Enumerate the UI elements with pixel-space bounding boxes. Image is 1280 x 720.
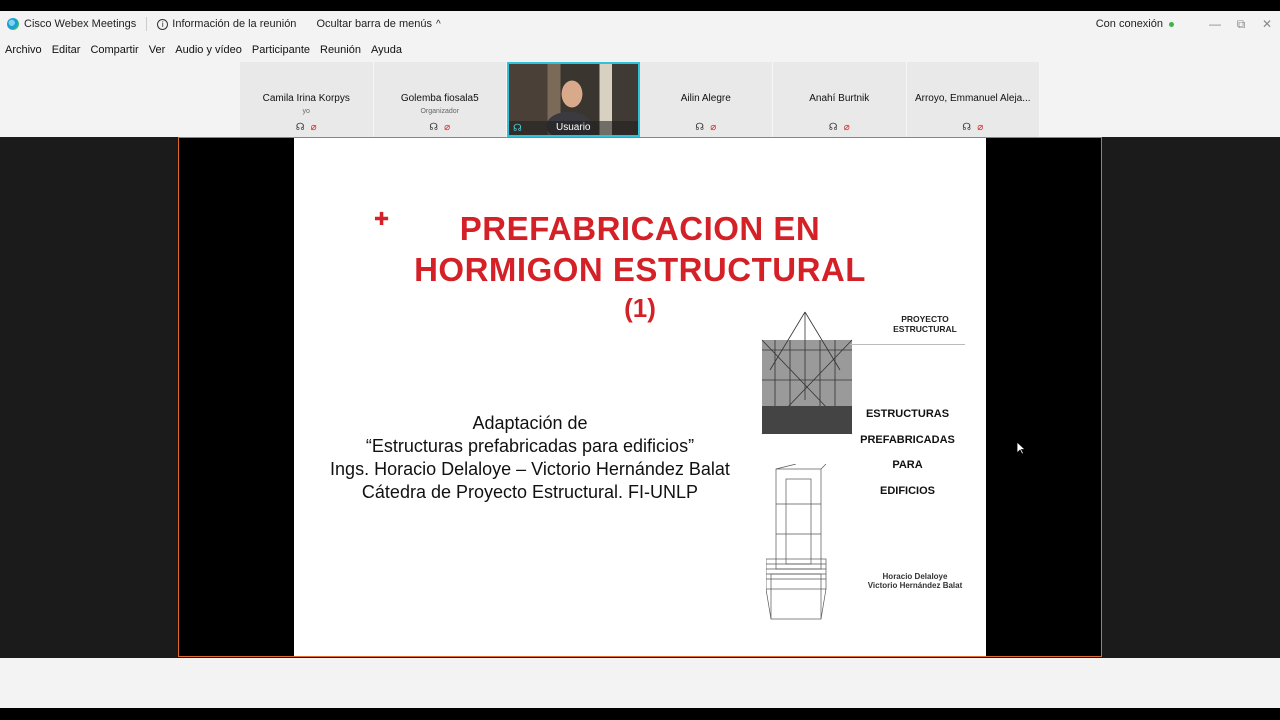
slide-credits: Adaptación de “Estructuras prefabricadas… xyxy=(306,412,754,504)
structure-isometric-illustration xyxy=(766,464,827,620)
participant-name: Usuario xyxy=(509,121,638,135)
participant-name: Anahí Burtnik xyxy=(809,93,870,104)
book-title-line: PREFABRICADAS xyxy=(860,433,955,446)
participant-role: Organizador xyxy=(420,108,460,115)
presentation-slide: ✚ PREFABRICACION EN HORMIGON ESTRUCTURAL… xyxy=(294,138,986,656)
bottom-letterbox xyxy=(0,708,1280,720)
participant-tile[interactable]: Camila Irina Korpys yo ☊ ⌀ xyxy=(240,62,374,137)
close-button[interactable]: ✕ xyxy=(1254,17,1280,31)
crane-illustration xyxy=(761,311,853,435)
book-header-line: ESTRUCTURAL xyxy=(893,324,957,334)
book-title-line: EDIFICIOS xyxy=(879,484,935,497)
mouse-cursor-icon xyxy=(1016,441,1026,455)
mic-muted-icon: ⌀ xyxy=(444,122,451,133)
mic-muted-icon: ⌀ xyxy=(710,122,717,133)
menu-participante[interactable]: Participante xyxy=(252,44,310,56)
menu-audio-video[interactable]: Audio y vídeo xyxy=(175,44,242,56)
book-header: PROYECTO ESTRUCTURAL xyxy=(880,314,970,334)
menu-editar[interactable]: Editar xyxy=(52,44,81,56)
audio-icon: ☊ xyxy=(962,122,972,133)
book-title: ESTRUCTURAS PREFABRICADAS PARA EDIFICIOS xyxy=(860,408,955,510)
participant-strip: Camila Irina Korpys yo ☊ ⌀ Golemba fiosal… xyxy=(240,62,1041,137)
book-cover-image: PROYECTO ESTRUCTURAL ESTRUCTURAS PREFABR… xyxy=(760,304,970,634)
menu-ayuda[interactable]: Ayuda xyxy=(371,44,402,56)
menu-ver[interactable]: Ver xyxy=(149,44,166,56)
meeting-info-label: Información de la reunión xyxy=(172,18,297,30)
title-bar: Cisco Webex Meetings i Información de la… xyxy=(0,11,1280,37)
participant-tile[interactable]: Arroyo, Emmanuel Aleja... ☊ ⌀ xyxy=(906,62,1041,137)
participant-role: yo xyxy=(302,108,310,115)
book-header-line: PROYECTO xyxy=(901,314,949,324)
speaking-audio-icon: ☊ xyxy=(513,123,522,134)
slide-title-line: HORMIGON ESTRUCTURAL xyxy=(414,251,866,288)
menu-reunion[interactable]: Reunión xyxy=(320,44,361,56)
menu-bar: Archivo Editar Compartir Ver Audio y víd… xyxy=(0,37,1280,62)
participant-name: Golemba fiosala5 xyxy=(400,93,479,104)
credit-line: Ings. Horacio Delaloye – Victorio Hernán… xyxy=(330,459,730,479)
hide-menu-label: Ocultar barra de menús xyxy=(316,18,432,30)
slide-title: PREFABRICACION EN HORMIGON ESTRUCTURAL xyxy=(354,208,926,290)
slide-title-line: PREFABRICACION EN xyxy=(459,210,821,247)
book-title-line: ESTRUCTURAS xyxy=(865,408,950,420)
bottom-control-bar xyxy=(0,658,1280,708)
audio-icon: ☊ xyxy=(695,122,705,133)
book-author-line: Victorio Hernández Balat xyxy=(867,581,963,590)
restore-button[interactable]: ⧉ xyxy=(1228,17,1254,32)
app-name: Cisco Webex Meetings xyxy=(24,18,137,30)
hide-menu-bar-button[interactable]: Ocultar barra de menús ^ xyxy=(316,18,440,30)
chevron-up-icon: ^ xyxy=(436,18,441,30)
audio-icon: ☊ xyxy=(828,122,838,133)
participant-video-tile[interactable]: Usuario ☊ xyxy=(507,62,640,137)
book-divider xyxy=(850,344,965,345)
connection-dot-icon xyxy=(1169,21,1174,27)
meeting-info-button[interactable]: i Información de la reunión xyxy=(157,18,296,30)
participant-name: Ailin Alegre xyxy=(680,93,731,104)
credit-line: Adaptación de xyxy=(472,413,588,433)
participant-tile[interactable]: Ailin Alegre ☊ ⌀ xyxy=(639,62,774,137)
info-icon: i xyxy=(157,18,169,30)
top-letterbox xyxy=(0,0,1280,11)
connection-status-label: Con conexión xyxy=(1095,18,1163,30)
menu-compartir[interactable]: Compartir xyxy=(90,44,138,56)
participant-tile[interactable]: Anahí Burtnik ☊ ⌀ xyxy=(773,62,907,137)
mic-muted-icon: ⌀ xyxy=(310,122,317,133)
participant-name: Camila Irina Korpys xyxy=(262,93,350,104)
mic-muted-icon: ⌀ xyxy=(843,122,850,133)
participant-tile[interactable]: Golemba fiosala5 Organizador ☊ ⌀ xyxy=(373,62,507,137)
minimize-button[interactable]: — xyxy=(1202,17,1228,31)
book-authors: Horacio Delaloye Victorio Hernández Bala… xyxy=(860,572,970,590)
mic-muted-icon: ⌀ xyxy=(977,122,984,133)
book-author-line: Horacio Delaloye xyxy=(882,572,948,581)
credit-line: Cátedra de Proyecto Estructural. FI-UNLP xyxy=(361,482,699,502)
audio-icon: ☊ xyxy=(429,122,439,133)
menu-archivo[interactable]: Archivo xyxy=(5,44,42,56)
connection-status: Con conexión xyxy=(1096,18,1174,30)
book-title-line: PARA xyxy=(892,459,923,471)
participant-name: Arroyo, Emmanuel Aleja... xyxy=(914,93,1031,104)
webex-logo-icon xyxy=(7,18,19,30)
audio-icon: ☊ xyxy=(295,122,305,133)
title-divider xyxy=(146,17,148,31)
credit-line: “Estructuras prefabricadas para edificio… xyxy=(365,436,695,456)
